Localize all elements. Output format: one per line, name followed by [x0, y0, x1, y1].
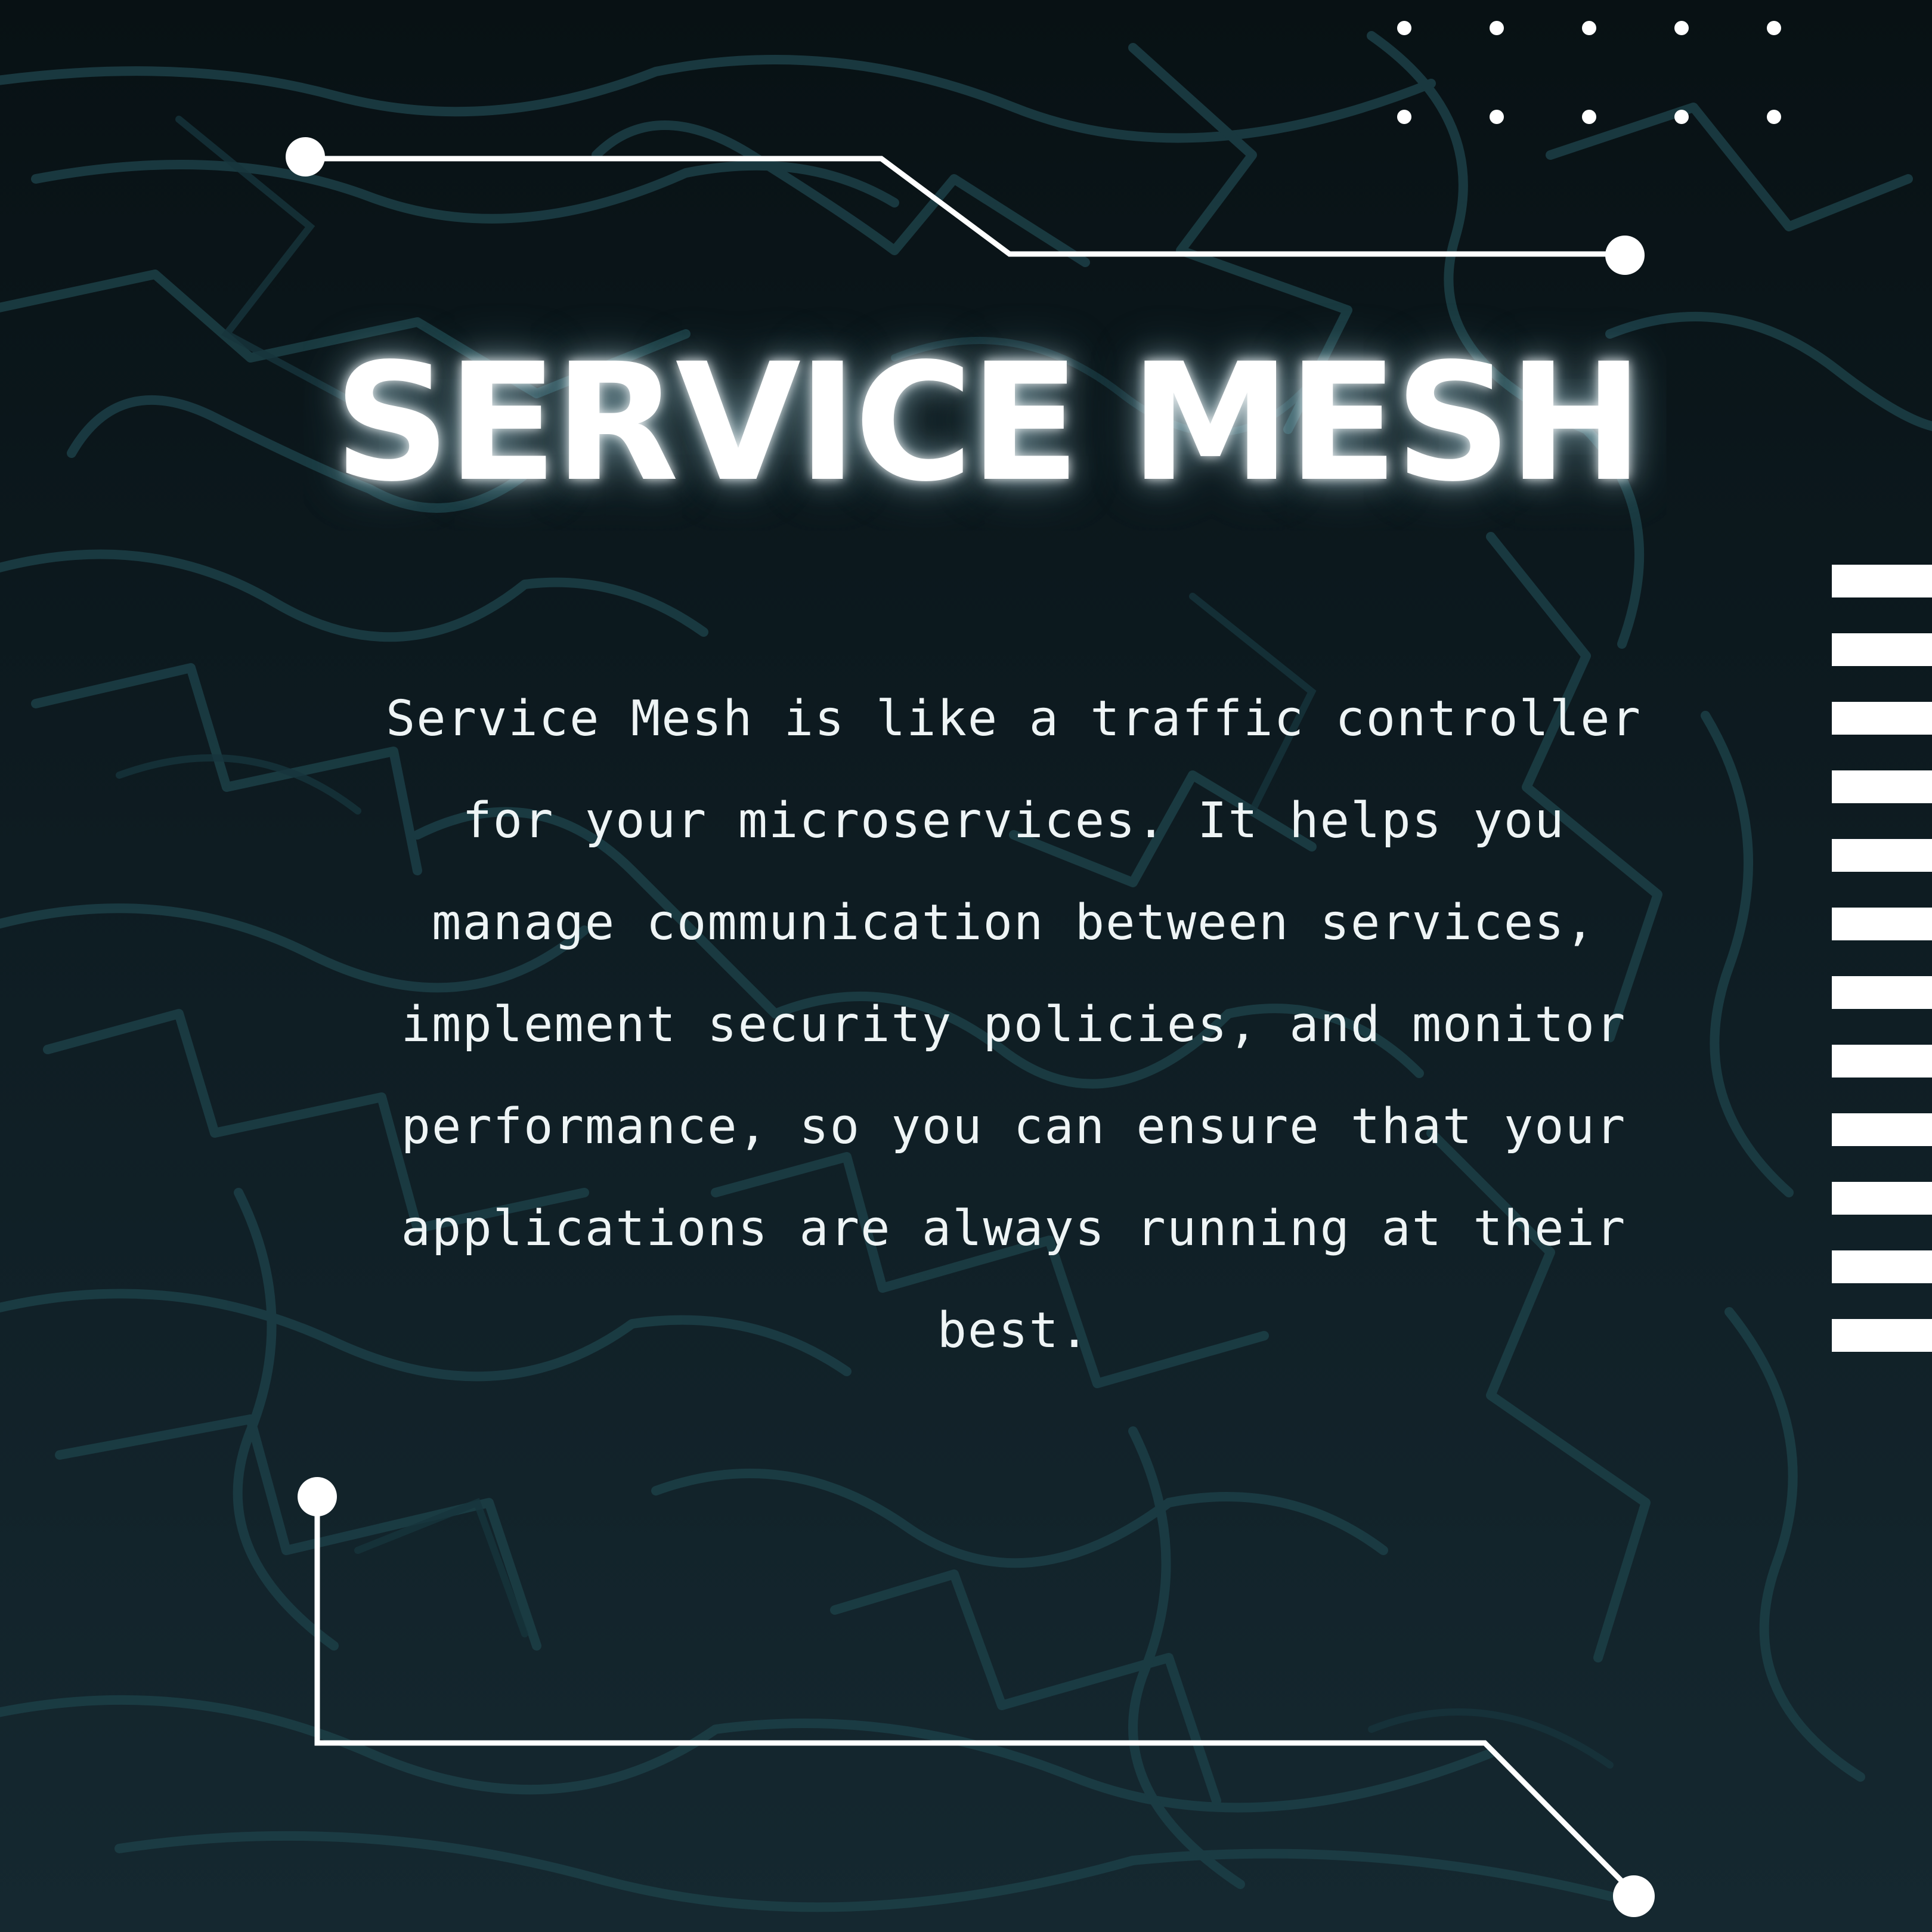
stripe — [1832, 976, 1932, 1009]
side-stripes — [1832, 565, 1932, 1364]
stripe — [1832, 908, 1932, 940]
stripe — [1832, 1250, 1932, 1283]
stripe — [1832, 702, 1932, 735]
stripe — [1832, 839, 1932, 872]
stripe — [1832, 1045, 1932, 1078]
stripe — [1832, 633, 1932, 666]
stripe — [1832, 770, 1932, 803]
dot-grid-icon — [1397, 21, 1781, 124]
stripe — [1832, 1113, 1932, 1146]
poster-canvas: SERVICE MESH Service Mesh is like a traf… — [0, 0, 1932, 1932]
circuit-trace-bottom — [314, 1497, 1636, 1896]
stripe — [1832, 565, 1932, 597]
circuit-trace-top — [305, 156, 1625, 257]
description-text: Service Mesh is like a traffic controlle… — [385, 691, 1642, 1359]
stripe — [1832, 1182, 1932, 1215]
page-title: SERVICE MESH — [333, 329, 1644, 518]
stripe — [1832, 1319, 1932, 1352]
